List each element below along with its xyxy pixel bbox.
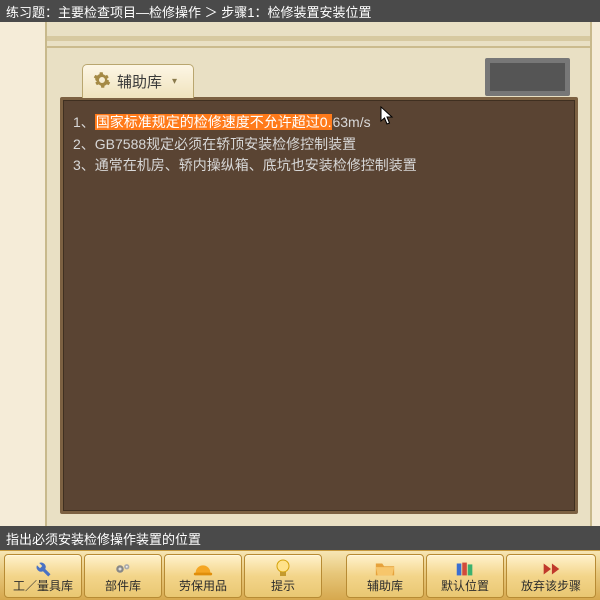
safety-supplies-button[interactable]: 劳保用品: [164, 554, 242, 598]
breadcrumb-bar: 练习题：主要检查项目—检修操作 ＞ 步骤1：检修装置安装位置: [0, 0, 600, 22]
stage: 辅助库 ▾ 1、国家标准规定的检修速度不允许超过0.63m/s 2、GB7588…: [0, 22, 600, 526]
instruction-bar: 指出必须安装检修操作装置的位置: [0, 526, 600, 550]
tool-library-button[interactable]: 工／量具库: [4, 554, 82, 598]
panel-line-3[interactable]: 3、通常在机房、轿内操纵箱、底坑也安装检修控制装置: [73, 155, 565, 177]
tab-assist-library[interactable]: 辅助库 ▾: [82, 64, 194, 98]
default-position-button[interactable]: 默认位置: [426, 554, 504, 598]
breadcrumb-text: 练习题：主要检查项目—检修操作 ＞ 步骤1：检修装置安装位置: [6, 2, 371, 21]
panel-line-1[interactable]: 1、国家标准规定的检修速度不允许超过0.63m/s: [73, 112, 565, 134]
hint-button[interactable]: 提示: [244, 554, 322, 598]
assist-library-button[interactable]: 辅助库: [346, 554, 424, 598]
highlighted-text: 国家标准规定的检修速度不允许超过0.: [95, 114, 333, 130]
gears-icon: [112, 559, 134, 579]
folder-icon: [374, 559, 396, 579]
instruction-text: 指出必须安装检修操作装置的位置: [6, 529, 201, 548]
assist-panel: 1、国家标准规定的检修速度不允许超过0.63m/s 2、GB7588规定必须在轿…: [60, 97, 578, 514]
parts-library-button[interactable]: 部件库: [84, 554, 162, 598]
toolbar: 工／量具库 部件库 劳保用品 提示 辅助库 默认位置 放弃该步骤: [0, 550, 600, 600]
monitor-prop: [485, 58, 570, 96]
tab-label: 辅助库: [117, 71, 162, 92]
chevron-down-icon: ▾: [172, 76, 177, 87]
panel-line-2[interactable]: 2、GB7588规定必须在轿顶安装检修控制装置: [73, 134, 565, 156]
skip-icon: [540, 559, 562, 579]
lightbulb-icon: [274, 559, 292, 579]
books-icon: [454, 559, 476, 579]
gear-icon: [93, 71, 111, 93]
abandon-step-button[interactable]: 放弃该步骤: [506, 554, 596, 598]
wrench-icon: [32, 559, 54, 579]
helmet-icon: [192, 559, 214, 579]
